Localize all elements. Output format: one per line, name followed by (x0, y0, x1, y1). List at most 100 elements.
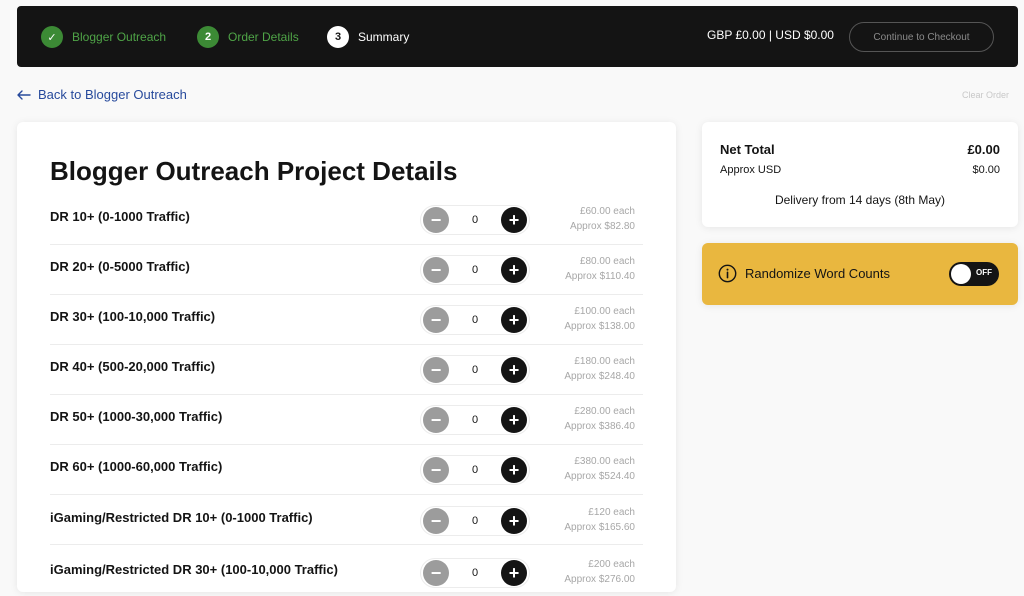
plus-icon[interactable]: + (501, 257, 527, 283)
plus-icon[interactable]: + (501, 407, 527, 433)
randomize-label: Randomize Word Counts (745, 266, 890, 281)
clear-order-link[interactable]: Clear Order (962, 90, 1009, 100)
item-name: DR 60+ (1000-60,000 Traffic) (50, 459, 223, 474)
continue-to-checkout-button[interactable]: Continue to Checkout (849, 22, 994, 52)
price-usd: Approx $524.40 (564, 471, 635, 482)
item-price: £180.00 each Approx $248.40 (564, 354, 635, 384)
quantity-stepper: − 0 + (420, 205, 530, 235)
step-label: Order Details (228, 30, 299, 44)
price-gbp: £80.00 each (579, 256, 635, 267)
item-name: DR 10+ (0-1000 Traffic) (50, 209, 190, 224)
item-name: DR 20+ (0-5000 Traffic) (50, 259, 190, 274)
price-usd: Approx $110.40 (565, 271, 635, 282)
order-summary-card: Net Total £0.00 Approx USD $0.00 Deliver… (702, 122, 1018, 227)
quantity-stepper: − 0 + (420, 305, 530, 335)
price-usd: Approx $165.60 (564, 522, 635, 533)
quantity-input[interactable]: 0 (449, 507, 501, 535)
step-label: Blogger Outreach (72, 30, 167, 44)
quantity-stepper: − 0 + (420, 455, 530, 485)
randomize-word-counts-card: Randomize Word Counts OFF (702, 243, 1018, 305)
price-gbp: £200 each (588, 559, 635, 570)
delivery-estimate: Delivery from 14 days (8th May) (774, 193, 946, 207)
quantity-stepper: − 0 + (420, 255, 530, 285)
randomize-toggle[interactable]: OFF (949, 262, 999, 286)
minus-icon[interactable]: − (423, 207, 449, 233)
item-price: £100.00 each Approx $138.00 (564, 304, 635, 334)
price-usd: Approx $82.80 (569, 221, 635, 232)
step-number: 2 (197, 26, 219, 48)
plus-icon[interactable]: + (501, 560, 527, 586)
price-gbp: £100.00 each (574, 306, 635, 317)
price-usd: Approx $138.00 (564, 321, 635, 332)
currency-summary: GBP £0.00 | USD $0.00 (707, 28, 834, 42)
list-item: iGaming/Restricted DR 10+ (0-1000 Traffi… (50, 495, 643, 545)
step-label: Summary (358, 30, 410, 44)
quantity-input[interactable]: 0 (449, 406, 501, 434)
list-item: DR 10+ (0-1000 Traffic) − 0 + £60.00 eac… (50, 195, 643, 245)
item-name: DR 50+ (1000-30,000 Traffic) (50, 409, 223, 424)
toggle-state-text: OFF (976, 268, 992, 277)
minus-icon[interactable]: − (423, 357, 449, 383)
quantity-stepper: − 0 + (420, 355, 530, 385)
arrow-left-icon (17, 89, 31, 100)
list-item: DR 30+ (100-10,000 Traffic) − 0 + £100.0… (50, 295, 643, 345)
item-name: iGaming/Restricted DR 30+ (100-10,000 Tr… (50, 562, 338, 577)
check-icon: ✓ (41, 26, 63, 48)
item-price: £280.00 each Approx $386.40 (564, 404, 635, 434)
price-usd: Approx $386.40 (564, 421, 635, 432)
quantity-input[interactable]: 0 (449, 256, 501, 284)
step-summary[interactable]: 3 Summary (327, 26, 409, 48)
approx-usd-value: $0.00 (972, 164, 1000, 176)
price-gbp: £180.00 each (574, 356, 635, 367)
approx-usd-label: Approx USD (720, 164, 782, 176)
project-details-card: Blogger Outreach Project Details DR 10+ … (17, 122, 676, 592)
back-link[interactable]: Back to Blogger Outreach (17, 87, 187, 102)
net-total-label: Net Total (720, 142, 775, 157)
minus-icon[interactable]: − (423, 307, 449, 333)
item-name: DR 40+ (500-20,000 Traffic) (50, 359, 216, 374)
step-blogger-outreach[interactable]: ✓ Blogger Outreach (41, 26, 166, 48)
list-item: DR 60+ (1000-60,000 Traffic) − 0 + £380.… (50, 445, 643, 495)
item-name: iGaming/Restricted DR 10+ (0-1000 Traffi… (50, 510, 313, 525)
quantity-stepper: − 0 + (420, 506, 530, 536)
back-link-label: Back to Blogger Outreach (38, 87, 187, 102)
minus-icon[interactable]: − (423, 257, 449, 283)
plus-icon[interactable]: + (501, 357, 527, 383)
item-name: DR 30+ (100-10,000 Traffic) (50, 309, 216, 324)
list-item: DR 40+ (500-20,000 Traffic) − 0 + £180.0… (50, 345, 643, 395)
quantity-input[interactable]: 0 (449, 356, 501, 384)
item-price: £380.00 each Approx $524.40 (564, 454, 635, 484)
step-order-details[interactable]: 2 Order Details (197, 26, 299, 48)
minus-icon[interactable]: − (423, 508, 449, 534)
price-gbp: £120 each (588, 507, 635, 518)
list-item: DR 20+ (0-5000 Traffic) − 0 + £80.00 eac… (50, 245, 643, 295)
minus-icon[interactable]: − (423, 407, 449, 433)
quantity-stepper: − 0 + (420, 558, 530, 588)
item-price: £60.00 each Approx $82.80 (570, 204, 635, 234)
info-icon (718, 264, 737, 283)
plus-icon[interactable]: + (501, 508, 527, 534)
list-item: DR 50+ (1000-30,000 Traffic) − 0 + £280.… (50, 395, 643, 445)
step-number: 3 (327, 26, 349, 48)
plus-icon[interactable]: + (501, 307, 527, 333)
top-progress-bar: ✓ Blogger Outreach 2 Order Details 3 Sum… (17, 6, 1018, 67)
quantity-input[interactable]: 0 (449, 206, 501, 234)
item-price: £80.00 each Approx $110.40 (565, 254, 635, 284)
quantity-input[interactable]: 0 (449, 306, 501, 334)
price-gbp: £60.00 each (579, 206, 635, 217)
price-usd: Approx $276.00 (564, 574, 635, 585)
plus-icon[interactable]: + (501, 457, 527, 483)
list-item: iGaming/Restricted DR 30+ (100-10,000 Tr… (50, 546, 643, 596)
item-price: £120 each Approx $165.60 (564, 505, 635, 535)
quantity-input[interactable]: 0 (449, 456, 501, 484)
toggle-knob (951, 264, 971, 284)
minus-icon[interactable]: − (423, 457, 449, 483)
net-total-value: £0.00 (967, 142, 1000, 157)
item-price: £200 each Approx $276.00 (564, 557, 635, 587)
price-gbp: £380.00 each (574, 456, 635, 467)
page-title: Blogger Outreach Project Details (50, 156, 458, 186)
minus-icon[interactable]: − (423, 560, 449, 586)
price-gbp: £280.00 each (574, 406, 635, 417)
quantity-input[interactable]: 0 (449, 559, 501, 587)
plus-icon[interactable]: + (501, 207, 527, 233)
